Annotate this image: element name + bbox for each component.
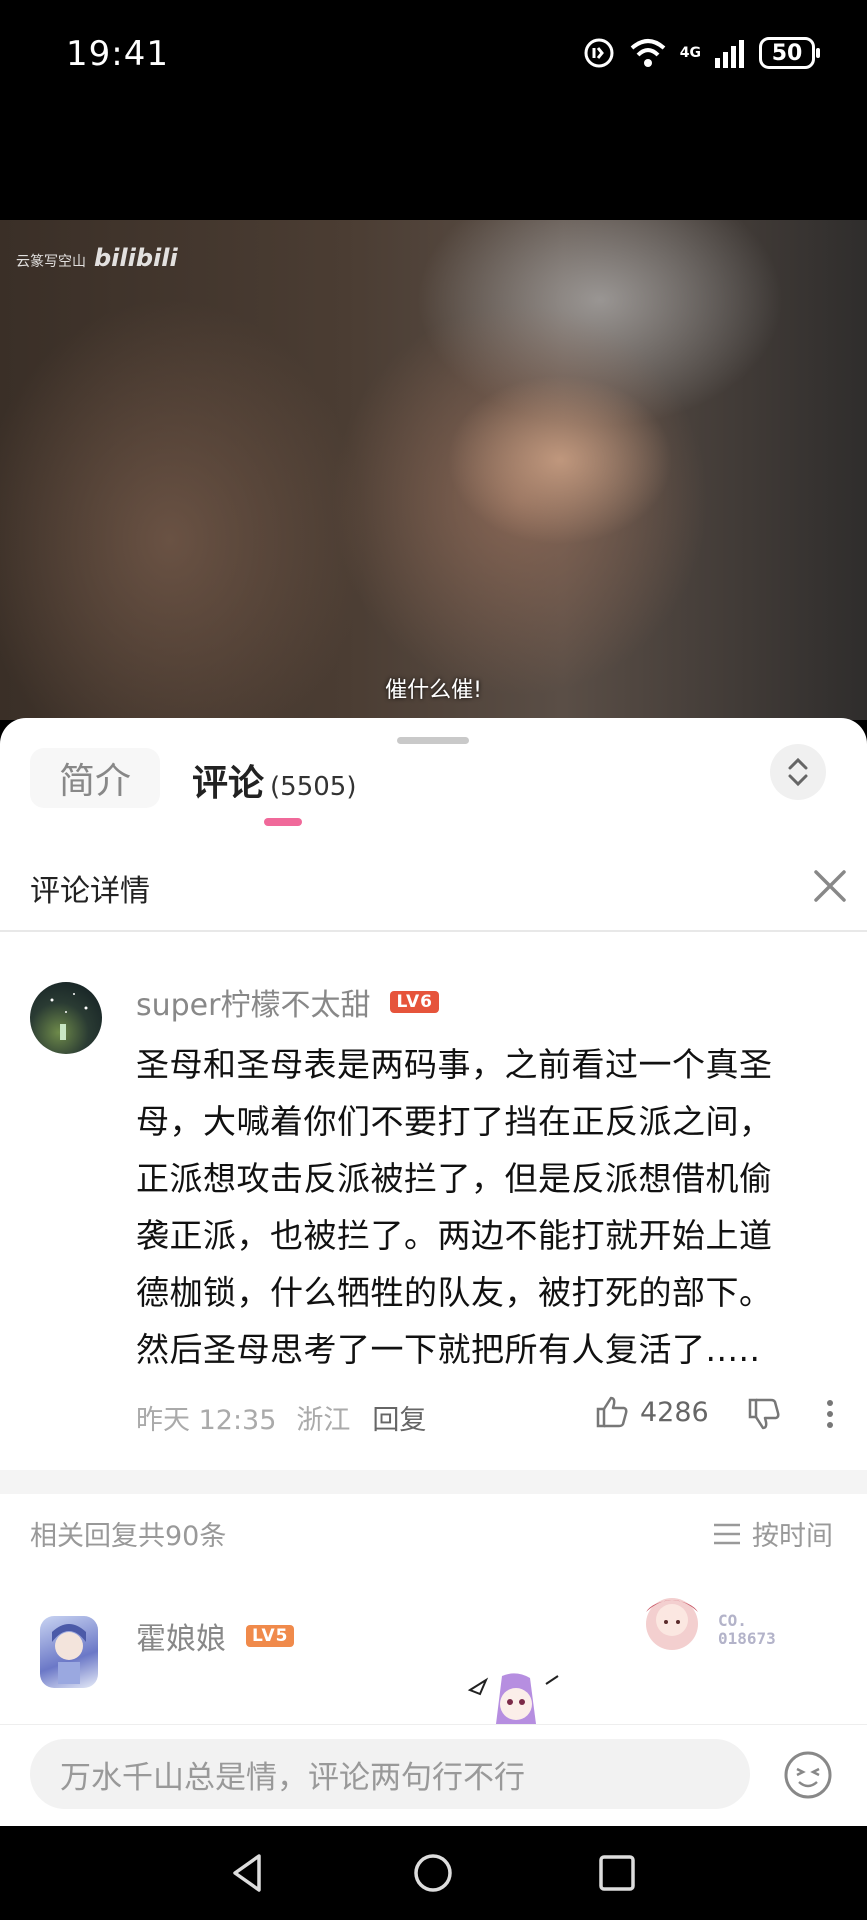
- thumbs-up-icon: [596, 1396, 628, 1428]
- sort-button[interactable]: 按时间: [712, 1514, 833, 1553]
- signal-icon: [715, 40, 744, 68]
- comment-sheet: 简介 评论 (5505) 评论详情 super柠檬不太甜 LV6 圣母和圣母表是…: [0, 718, 867, 1826]
- section-separator: [0, 1470, 867, 1494]
- active-tab-indicator: [264, 818, 302, 826]
- video-subtitle: 催什么催!: [385, 678, 482, 703]
- avatar-image: [50, 993, 88, 1040]
- comment-line: 圣母和圣母表是两码事，之前看过一个真圣: [136, 1045, 773, 1084]
- fan-badge-code-1: CO.: [718, 1611, 747, 1630]
- level-badge: LV6: [390, 991, 439, 1013]
- comment-body: 圣母和圣母表是两码事，之前看过一个真圣 母，大喊着你们不要打了挡在正反派之间， …: [136, 1036, 848, 1378]
- reply-username-text: 霍娘娘: [136, 1622, 226, 1657]
- reply-avatar[interactable]: [40, 1616, 98, 1688]
- alarm-icon: [584, 38, 614, 68]
- comment-input[interactable]: 万水千山总是情，评论两句行不行: [30, 1739, 750, 1809]
- reply-username[interactable]: 霍娘娘 LV5: [136, 1614, 295, 1658]
- emoji-icon[interactable]: [782, 1749, 834, 1801]
- drag-handle[interactable]: [397, 737, 469, 744]
- tab-comments-count: (5505): [270, 772, 357, 802]
- sort-lines-icon: [714, 1523, 740, 1544]
- comment-line: 然后圣母思考了一下就把所有人复活了.....: [136, 1330, 761, 1369]
- back-icon[interactable]: [223, 1848, 273, 1898]
- status-bar: 19:41 4G 50: [0, 0, 867, 220]
- watermark-text: 云篆写空山: [16, 254, 86, 270]
- tab-comments[interactable]: 评论 (5505): [192, 754, 356, 806]
- system-nav-bar: [0, 1826, 867, 1920]
- status-time: 19:41: [66, 34, 169, 74]
- comment-line: 德枷锁，什么牺牲的队友，被打死的部下。: [136, 1273, 773, 1312]
- video-player[interactable]: 云篆写空山 bilibili 催什么催!: [0, 220, 867, 720]
- username-text: super柠檬不太甜: [136, 988, 371, 1023]
- comment-line: 母，大喊着你们不要打了挡在正反派之间，: [136, 1102, 773, 1141]
- chevron-up-down-icon: [788, 757, 808, 787]
- tab-comments-label: 评论: [192, 763, 265, 804]
- network-type: 4G: [679, 45, 701, 61]
- expand-collapse-button[interactable]: [770, 744, 826, 800]
- battery-indicator: 50: [759, 37, 820, 69]
- comment-input-bar: 万水千山总是情，评论两句行不行: [0, 1724, 867, 1826]
- fan-badge: CO. 018673: [646, 1598, 776, 1650]
- more-options-icon[interactable]: [822, 1398, 838, 1430]
- replies-count: 相关回复共90条: [30, 1521, 227, 1552]
- status-icons: 4G 50: [582, 36, 820, 70]
- close-icon[interactable]: [810, 866, 850, 906]
- like-button[interactable]: 4286: [594, 1394, 709, 1430]
- tab-intro[interactable]: 简介: [30, 748, 160, 808]
- comment-meta: 昨天 12:35 浙江 回复: [136, 1398, 426, 1437]
- reply-level-badge: LV5: [246, 1625, 295, 1647]
- tab-intro-label: 简介: [58, 761, 131, 802]
- wifi-icon: [630, 39, 666, 67]
- comment-username[interactable]: super柠檬不太甜 LV6: [136, 980, 439, 1024]
- video-watermark: 云篆写空山 bilibili: [16, 244, 178, 272]
- comment-location: 浙江: [296, 1405, 351, 1436]
- comment-line: 正派想攻击反派被拦了，但是反派想借机偷: [136, 1159, 773, 1198]
- reply-avatar-image: [52, 1624, 86, 1684]
- battery-level: 50: [771, 40, 803, 66]
- comment-line: 袭正派，也被拦了。两边不能打就开始上道: [136, 1216, 773, 1255]
- comment-input-placeholder: 万水千山总是情，评论两句行不行: [60, 1759, 525, 1796]
- thumbs-down-icon[interactable]: [746, 1396, 782, 1432]
- home-icon[interactable]: [408, 1848, 458, 1898]
- comment-time: 昨天 12:35: [136, 1405, 277, 1436]
- divider: [0, 930, 867, 932]
- reply-button[interactable]: 回复: [372, 1398, 426, 1437]
- like-count: 4286: [640, 1396, 709, 1428]
- recents-icon[interactable]: [592, 1848, 642, 1898]
- comment-detail-title: 评论详情: [30, 874, 150, 909]
- avatar[interactable]: [30, 982, 102, 1054]
- sort-label: 按时间: [752, 1521, 833, 1552]
- sticker-image: [467, 1673, 559, 1724]
- bilibili-logo: bilibili: [94, 244, 178, 272]
- fan-badge-code-2: 018673: [718, 1629, 776, 1648]
